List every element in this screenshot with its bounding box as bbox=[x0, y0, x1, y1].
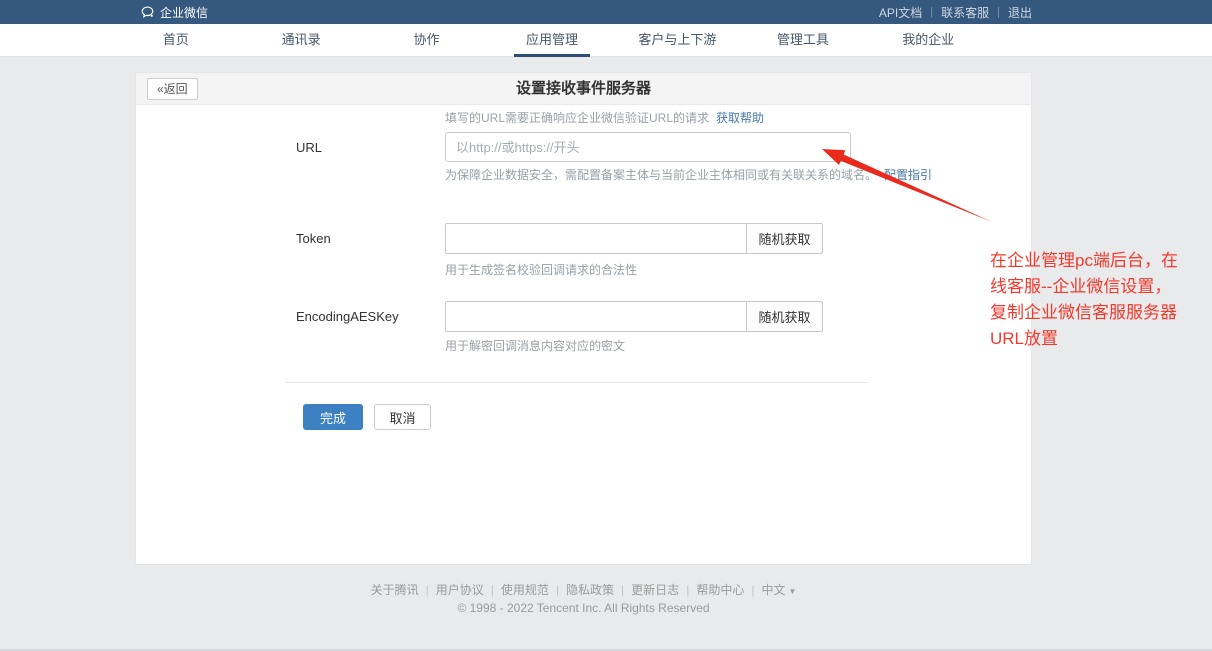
language-selector[interactable]: 中文▼ bbox=[761, 583, 796, 597]
footer-divider: | bbox=[556, 583, 559, 597]
footer-divider: | bbox=[491, 583, 494, 597]
aeskey-random-button[interactable]: 随机获取 bbox=[746, 301, 823, 332]
footer-divider: | bbox=[751, 583, 754, 597]
wework-logo[interactable]: 企业微信 bbox=[140, 0, 208, 24]
nav-items: 首页 通讯录 协作 应用管理 客户与上下游 管理工具 我的企业 bbox=[113, 24, 991, 57]
footer-privacy-policy[interactable]: 隐私政策 bbox=[566, 583, 614, 597]
arrow-shape bbox=[822, 149, 992, 222]
submit-button[interactable]: 完成 bbox=[303, 404, 363, 430]
topbar: 企业微信 API文档 | 联系客服 | 退出 bbox=[0, 0, 1212, 24]
url-hint-top: 填写的URL需要正确响应企业微信验证URL的请求获取帮助 bbox=[445, 109, 764, 126]
get-help-link[interactable]: 获取帮助 bbox=[716, 111, 764, 125]
footer-usage-rules[interactable]: 使用规范 bbox=[501, 583, 549, 597]
back-button[interactable]: «返回 bbox=[147, 78, 198, 100]
active-tab-underline bbox=[514, 54, 590, 57]
contact-support-link[interactable]: 联系客服 bbox=[941, 4, 989, 21]
aeskey-input[interactable] bbox=[445, 301, 746, 332]
form-divider bbox=[286, 382, 868, 383]
language-label: 中文 bbox=[761, 583, 785, 597]
chat-bubble-icon bbox=[140, 5, 155, 20]
page-title: 设置接收事件服务器 bbox=[136, 73, 1031, 105]
footer-user-agreement[interactable]: 用户协议 bbox=[436, 583, 484, 597]
footer-help-center[interactable]: 帮助中心 bbox=[696, 583, 744, 597]
footer-divider: | bbox=[426, 583, 429, 597]
nav-admin-tools[interactable]: 管理工具 bbox=[740, 24, 865, 57]
topbar-divider: | bbox=[997, 6, 1000, 18]
nav-my-company[interactable]: 我的企业 bbox=[866, 24, 991, 57]
footer-divider: | bbox=[686, 583, 689, 597]
copyright-text: © 1998 - 2022 Tencent Inc. All Rights Re… bbox=[135, 601, 1032, 615]
nav-home[interactable]: 首页 bbox=[113, 24, 238, 57]
cancel-button[interactable]: 取消 bbox=[374, 404, 431, 430]
nav-collaboration[interactable]: 协作 bbox=[364, 24, 489, 57]
topbar-divider: | bbox=[930, 6, 933, 18]
footer-links: 关于腾讯 | 用户协议 | 使用规范 | 隐私政策 | 更新日志 | 帮助中心 | 中文▼ bbox=[135, 581, 1032, 598]
token-hint: 用于生成签名校验回调请求的合法性 bbox=[445, 261, 637, 278]
aeskey-field-group: 随机获取 bbox=[445, 301, 823, 332]
language-dropdown-icon: ▼ bbox=[788, 587, 796, 596]
topbar-links: API文档 | 联系客服 | 退出 bbox=[879, 0, 1032, 24]
footer-changelog[interactable]: 更新日志 bbox=[631, 583, 679, 597]
aeskey-hint: 用于解密回调消息内容对应的密文 bbox=[445, 337, 625, 354]
url-input[interactable] bbox=[445, 132, 851, 162]
annotation-note: 在企业管理pc端后台，在 线客服--企业微信设置， 复制企业微信客服服务器 UR… bbox=[990, 248, 1202, 352]
nav-contacts[interactable]: 通讯录 bbox=[238, 24, 363, 57]
nav-app-management-label: 应用管理 bbox=[526, 32, 578, 47]
annotation-arrow-icon bbox=[810, 140, 1010, 235]
token-input[interactable] bbox=[445, 223, 746, 254]
api-docs-link[interactable]: API文档 bbox=[879, 4, 922, 21]
main-navbar: 首页 通讯录 协作 应用管理 客户与上下游 管理工具 我的企业 bbox=[0, 24, 1212, 57]
nav-app-management[interactable]: 应用管理 bbox=[489, 24, 614, 57]
footer-divider: | bbox=[621, 583, 624, 597]
url-label: URL bbox=[296, 140, 322, 155]
footer-about-tencent[interactable]: 关于腾讯 bbox=[371, 583, 419, 597]
logo-text: 企业微信 bbox=[160, 4, 208, 21]
nav-customers[interactable]: 客户与上下游 bbox=[615, 24, 740, 57]
aeskey-label: EncodingAESKey bbox=[296, 309, 399, 324]
url-hint-top-text: 填写的URL需要正确响应企业微信验证URL的请求 bbox=[445, 111, 709, 125]
logout-link[interactable]: 退出 bbox=[1008, 4, 1032, 21]
token-field-group: 随机获取 bbox=[445, 223, 823, 254]
token-label: Token bbox=[296, 231, 331, 246]
card-header: «返回 设置接收事件服务器 bbox=[136, 73, 1031, 105]
